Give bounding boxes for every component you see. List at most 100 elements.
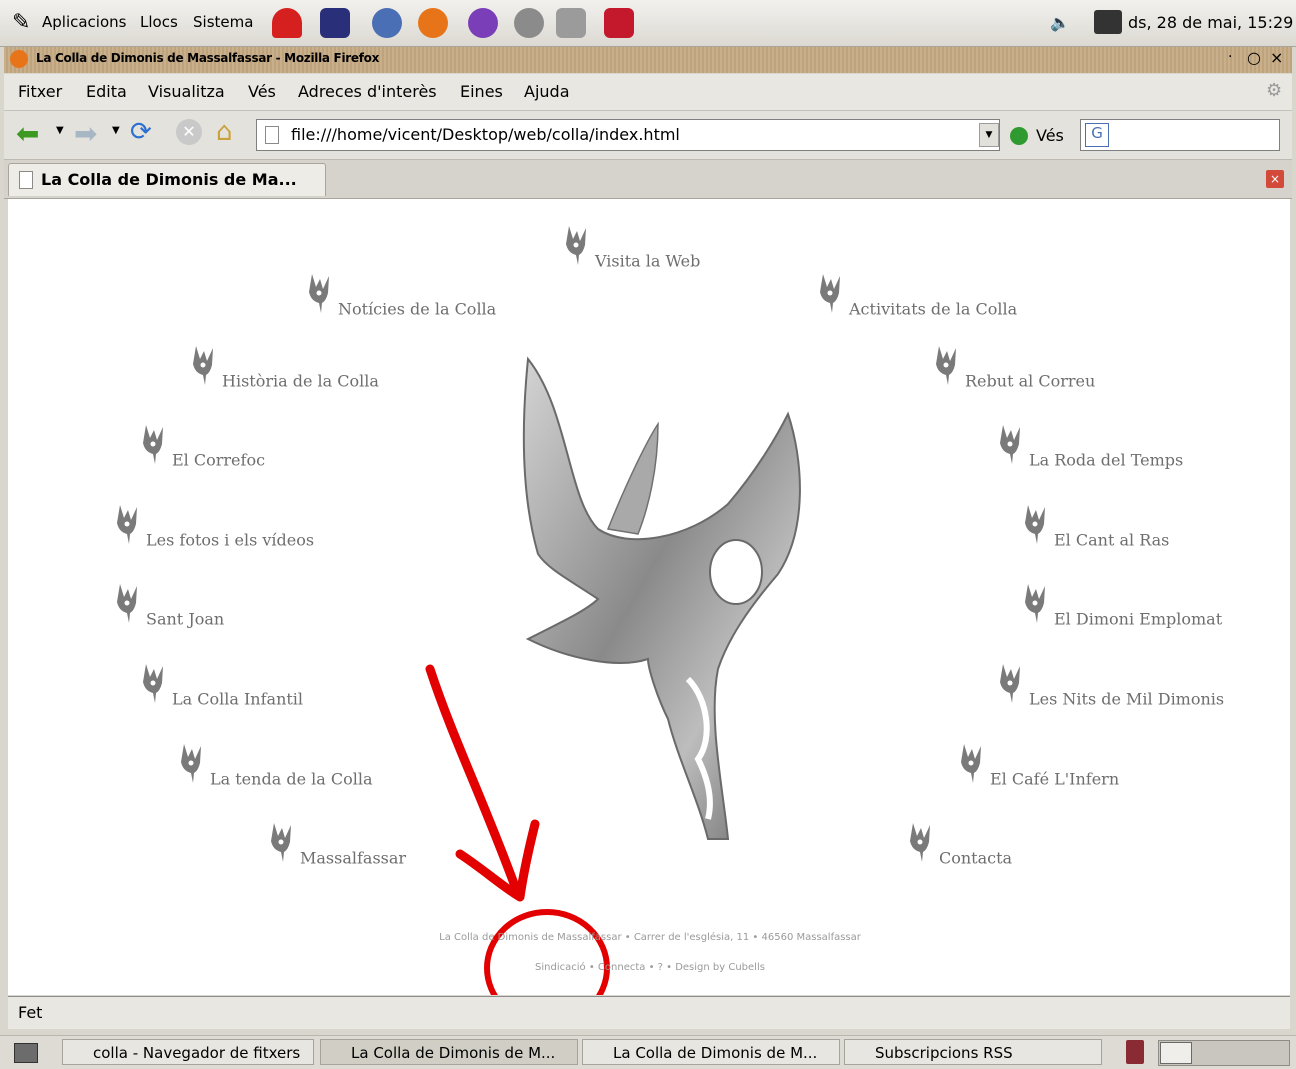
nav-link-label: Les fotos i els vídeos — [146, 530, 315, 550]
nav-link-label: El Dimoni Emplomat — [1054, 609, 1223, 629]
imp-icon — [1025, 584, 1045, 623]
status-text: Fet — [18, 1003, 43, 1022]
nav-link-label: El Cant al Ras — [1054, 530, 1170, 550]
close-tab-icon[interactable]: × — [1266, 170, 1284, 188]
minimize-icon[interactable]: · — [1228, 49, 1232, 65]
firefox-window-icon — [10, 50, 28, 68]
menu-ves[interactable]: Vés — [248, 82, 276, 101]
imp-icon — [1000, 425, 1020, 464]
imp-icon — [193, 346, 213, 385]
phone-icon[interactable] — [272, 8, 302, 38]
top-panel: ✎ Aplicacions Llocs Sistema 🔈 ds, 28 de … — [0, 0, 1296, 47]
imp-icon — [309, 274, 329, 313]
menu-adreces[interactable]: Adreces d'interès — [298, 82, 437, 101]
workspace-1[interactable] — [1160, 1042, 1192, 1064]
menu-aplicacions[interactable]: Aplicacions — [42, 13, 126, 31]
menu-eines[interactable]: Eines — [460, 82, 503, 101]
stop-icon[interactable]: ✕ — [176, 119, 202, 145]
status-bar: Fet — [8, 996, 1290, 1029]
nav-link-label: Contacta — [939, 848, 1013, 868]
nav-link-label: El Correfoc — [172, 450, 266, 470]
volume-icon[interactable]: 🔈 — [1050, 13, 1070, 32]
nav-link-label: Les Nits de Mil Dimonis — [1029, 689, 1225, 709]
task-rss[interactable]: Subscripcions RSS — [844, 1039, 1102, 1065]
colla-logo — [522, 356, 801, 840]
show-desktop-icon[interactable] — [14, 1043, 38, 1063]
gnome-foot-icon[interactable]: ✎ — [12, 10, 30, 35]
annotation-circle — [484, 909, 610, 995]
trash-icon[interactable] — [1126, 1040, 1144, 1064]
imp-icon — [936, 346, 956, 385]
browser-menubar: Fitxer Edita Visualitza Vés Adreces d'in… — [4, 74, 1292, 111]
tab-colla[interactable]: La Colla de Dimonis de Ma... — [8, 163, 326, 196]
throbber-icon: ⚙ — [1266, 80, 1283, 101]
page-icon — [265, 126, 279, 144]
go-icon — [1010, 127, 1028, 145]
nav-link-label: La Roda del Temps — [1029, 450, 1184, 470]
imp-icon — [820, 274, 840, 313]
menu-ajuda[interactable]: Ajuda — [524, 82, 570, 101]
go-label: Vés — [1036, 126, 1064, 145]
task-file-browser[interactable]: colla - Navegador de fitxers — [62, 1039, 314, 1065]
task-firefox-1-label: La Colla de Dimonis de M... — [351, 1044, 556, 1062]
nav-link-label: Història de la Colla — [222, 371, 379, 391]
firefox-icon[interactable] — [418, 8, 448, 38]
search-tool-icon[interactable] — [556, 8, 586, 38]
nav-link-label: Massalfassar — [300, 848, 407, 868]
tab-page-icon — [19, 171, 33, 189]
annotation-arrow — [425, 664, 540, 902]
nav-link-label: Sant Joan — [146, 609, 225, 629]
menu-visualitza[interactable]: Visualitza — [148, 82, 225, 101]
imp-icon — [910, 823, 930, 862]
imp-icon — [1000, 664, 1020, 703]
task-file-browser-label: colla - Navegador de fitxers — [93, 1044, 301, 1062]
terminal-icon[interactable] — [320, 8, 350, 38]
network-icon[interactable] — [514, 8, 544, 38]
workspace-switcher[interactable] — [1158, 1040, 1290, 1066]
battery-icon[interactable] — [1094, 10, 1122, 34]
url-text: file:///home/vicent/Desktop/web/colla/in… — [291, 125, 680, 144]
forward-dropdown-icon[interactable]: ▼ — [112, 125, 120, 136]
back-dropdown-icon[interactable]: ▼ — [56, 125, 64, 136]
page-canvas — [425, 356, 801, 995]
task-firefox-2-label: La Colla de Dimonis de M... — [613, 1044, 818, 1062]
clock[interactable]: ds, 28 de mai, 15:29 — [1128, 13, 1293, 32]
calculator-icon[interactable] — [604, 8, 634, 38]
menu-llocs[interactable]: Llocs — [140, 13, 178, 31]
page-content: Visita la Web Notícies de la Colla Activit… — [8, 199, 1290, 995]
imp-icon — [566, 226, 586, 265]
menu-edita[interactable]: Edita — [86, 82, 127, 101]
search-engine-icon[interactable]: G — [1085, 123, 1109, 147]
imp-icon — [143, 664, 163, 703]
url-dropdown-icon[interactable]: ▼ — [979, 123, 999, 147]
menu-fitxer[interactable]: Fitxer — [18, 82, 62, 101]
nav-link-label: La Colla Infantil — [172, 689, 304, 709]
footer-address: La Colla de Dimonis de Massalfassar • Ca… — [439, 932, 861, 943]
back-icon[interactable]: ⬅ — [16, 117, 39, 150]
close-window-icon[interactable]: × — [1270, 48, 1283, 67]
menu-sistema[interactable]: Sistema — [193, 13, 253, 31]
search-input[interactable]: G — [1080, 119, 1280, 151]
home-icon[interactable]: ⌂ — [216, 117, 233, 147]
imp-icon — [117, 584, 137, 623]
reload-icon[interactable]: ⟳ — [130, 117, 152, 147]
thunderbird-icon[interactable] — [372, 8, 402, 38]
url-field[interactable]: file:///home/vicent/Desktop/web/colla/in… — [256, 119, 1000, 151]
messenger-icon[interactable] — [468, 8, 498, 38]
nav-link-label: Activitats de la Colla — [849, 299, 1018, 319]
imp-icon — [143, 425, 163, 464]
nav-link-label: Visita la Web — [595, 251, 701, 271]
imp-icon — [961, 744, 981, 783]
maximize-icon[interactable]: ○ — [1247, 48, 1261, 67]
nav-link-label: La tenda de la Colla — [210, 769, 373, 789]
nav-link-label: Rebut al Correu — [965, 371, 1096, 391]
window-titlebar[interactable]: La Colla de Dimonis de Massalfassar - Mo… — [4, 47, 1292, 73]
forward-icon[interactable]: ➡ — [74, 117, 97, 150]
footer-links[interactable]: Sindicació • Connecta • ? • Design by Cu… — [400, 962, 900, 973]
imp-icon — [271, 823, 291, 862]
window-title: La Colla de Dimonis de Massalfassar - Mo… — [36, 51, 380, 65]
task-firefox-1[interactable]: La Colla de Dimonis de M... — [320, 1039, 578, 1065]
task-rss-label: Subscripcions RSS — [875, 1044, 1013, 1062]
task-firefox-2[interactable]: La Colla de Dimonis de M... — [582, 1039, 840, 1065]
tab-label: La Colla de Dimonis de Ma... — [41, 170, 297, 189]
